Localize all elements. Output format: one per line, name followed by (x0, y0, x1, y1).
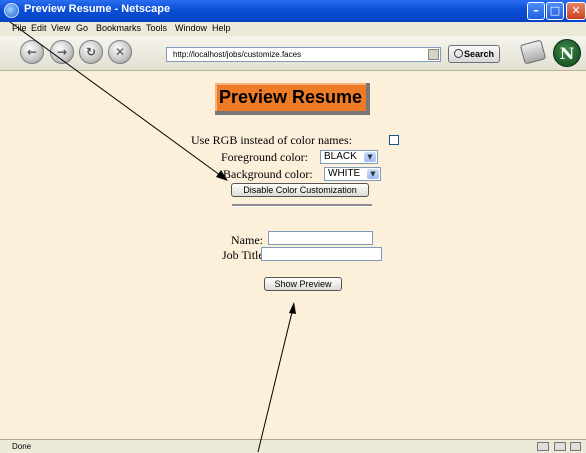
menu-edit[interactable]: Edit (31, 23, 47, 33)
chevron-down-icon: ▼ (364, 152, 376, 162)
netscape-logo[interactable]: N (553, 39, 581, 67)
popup-icon[interactable] (570, 442, 581, 451)
menu-bookmarks[interactable]: Bookmarks (96, 23, 141, 33)
security-icon[interactable] (554, 442, 566, 451)
status-bar: Done (0, 439, 586, 453)
menu-bar: File Edit View Go Bookmarks Tools Window… (0, 22, 586, 36)
menu-view[interactable]: View (51, 23, 70, 33)
magnifier-icon (454, 49, 463, 58)
netscape-app-icon (4, 3, 19, 18)
menu-go[interactable]: Go (76, 23, 88, 33)
chevron-down-icon: ▼ (367, 169, 379, 179)
menu-window[interactable]: Window (175, 23, 207, 33)
search-button-label: Search (463, 49, 494, 59)
menu-help[interactable]: Help (212, 23, 231, 33)
background-label: Background color: (223, 167, 313, 181)
page-heading: Preview Resume (215, 83, 370, 115)
print-icon[interactable] (519, 39, 547, 65)
foreground-label: Foreground color: (221, 150, 308, 164)
window-title-bar[interactable]: Preview Resume - Netscape – □ ✕ (0, 0, 586, 22)
search-button[interactable]: Search (448, 45, 500, 63)
url-bar[interactable]: http://localhost/jobs/customize.faces (166, 47, 441, 62)
url-text: http://localhost/jobs/customize.faces (173, 50, 302, 59)
close-button[interactable]: ✕ (566, 2, 586, 20)
background-value: WHITE (328, 168, 361, 179)
stop-button[interactable]: ✕ (108, 40, 132, 64)
page-content: Preview Resume Use RGB instead of color … (0, 71, 586, 439)
rgb-checkbox[interactable] (389, 135, 399, 145)
foreground-value: BLACK (324, 151, 357, 162)
foreground-select[interactable]: BLACK ▼ (320, 150, 378, 164)
url-dropdown-icon[interactable] (428, 49, 439, 60)
name-input[interactable] (268, 231, 373, 245)
show-preview-button[interactable]: Show Preview (264, 277, 342, 291)
disable-color-button[interactable]: Disable Color Customization (231, 183, 369, 197)
connection-icon[interactable] (537, 442, 549, 451)
back-button[interactable]: ← (20, 40, 44, 64)
name-label: Name: (231, 233, 263, 247)
reload-button[interactable]: ↻ (79, 40, 103, 64)
forward-button[interactable]: → (50, 40, 74, 64)
menu-file[interactable]: File (12, 23, 27, 33)
navigation-toolbar: ← → ↻ ✕ http://localhost/jobs/customize.… (0, 36, 586, 71)
horizontal-rule (232, 204, 372, 207)
window-title: Preview Resume - Netscape (24, 3, 171, 15)
background-select[interactable]: WHITE ▼ (324, 167, 381, 181)
job-title-input[interactable] (261, 247, 382, 261)
status-text: Done (12, 442, 32, 451)
menu-tools[interactable]: Tools (146, 23, 167, 33)
minimize-button[interactable]: – (527, 2, 545, 20)
rgb-label: Use RGB instead of color names: (191, 133, 352, 147)
maximize-button[interactable]: □ (546, 2, 564, 20)
